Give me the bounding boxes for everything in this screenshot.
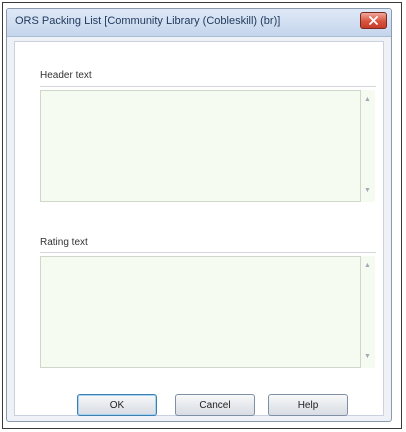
- packing-list-dialog: ORS Packing List [Community Library (Cob…: [6, 8, 392, 422]
- rating-group-divider: [40, 252, 376, 253]
- rating-text-scrollbar[interactable]: ▲ ▼: [361, 256, 375, 368]
- scroll-up-icon[interactable]: ▲: [364, 96, 371, 103]
- title-bar: ORS Packing List [Community Library (Cob…: [7, 9, 391, 37]
- header-text-label: Header text: [40, 70, 92, 81]
- help-button[interactable]: Help: [268, 394, 348, 416]
- dialog-content: Header text ▲ ▼ Rating text ▲ ▼ OK Cance…: [14, 41, 384, 416]
- rating-text-label: Rating text: [40, 237, 88, 248]
- header-text-area[interactable]: [40, 90, 361, 202]
- scroll-down-icon[interactable]: ▼: [364, 353, 371, 360]
- scroll-down-icon[interactable]: ▼: [364, 187, 371, 194]
- rating-text-area[interactable]: [40, 256, 361, 368]
- ok-button[interactable]: OK: [77, 394, 157, 416]
- close-button[interactable]: [360, 12, 387, 29]
- scroll-up-icon[interactable]: ▲: [364, 262, 371, 269]
- header-group-divider: [40, 86, 376, 87]
- dialog-title: ORS Packing List [Community Library (Cob…: [15, 15, 281, 27]
- header-text-scrollbar[interactable]: ▲ ▼: [361, 90, 375, 202]
- cancel-button[interactable]: Cancel: [175, 394, 255, 416]
- close-icon: [369, 16, 378, 25]
